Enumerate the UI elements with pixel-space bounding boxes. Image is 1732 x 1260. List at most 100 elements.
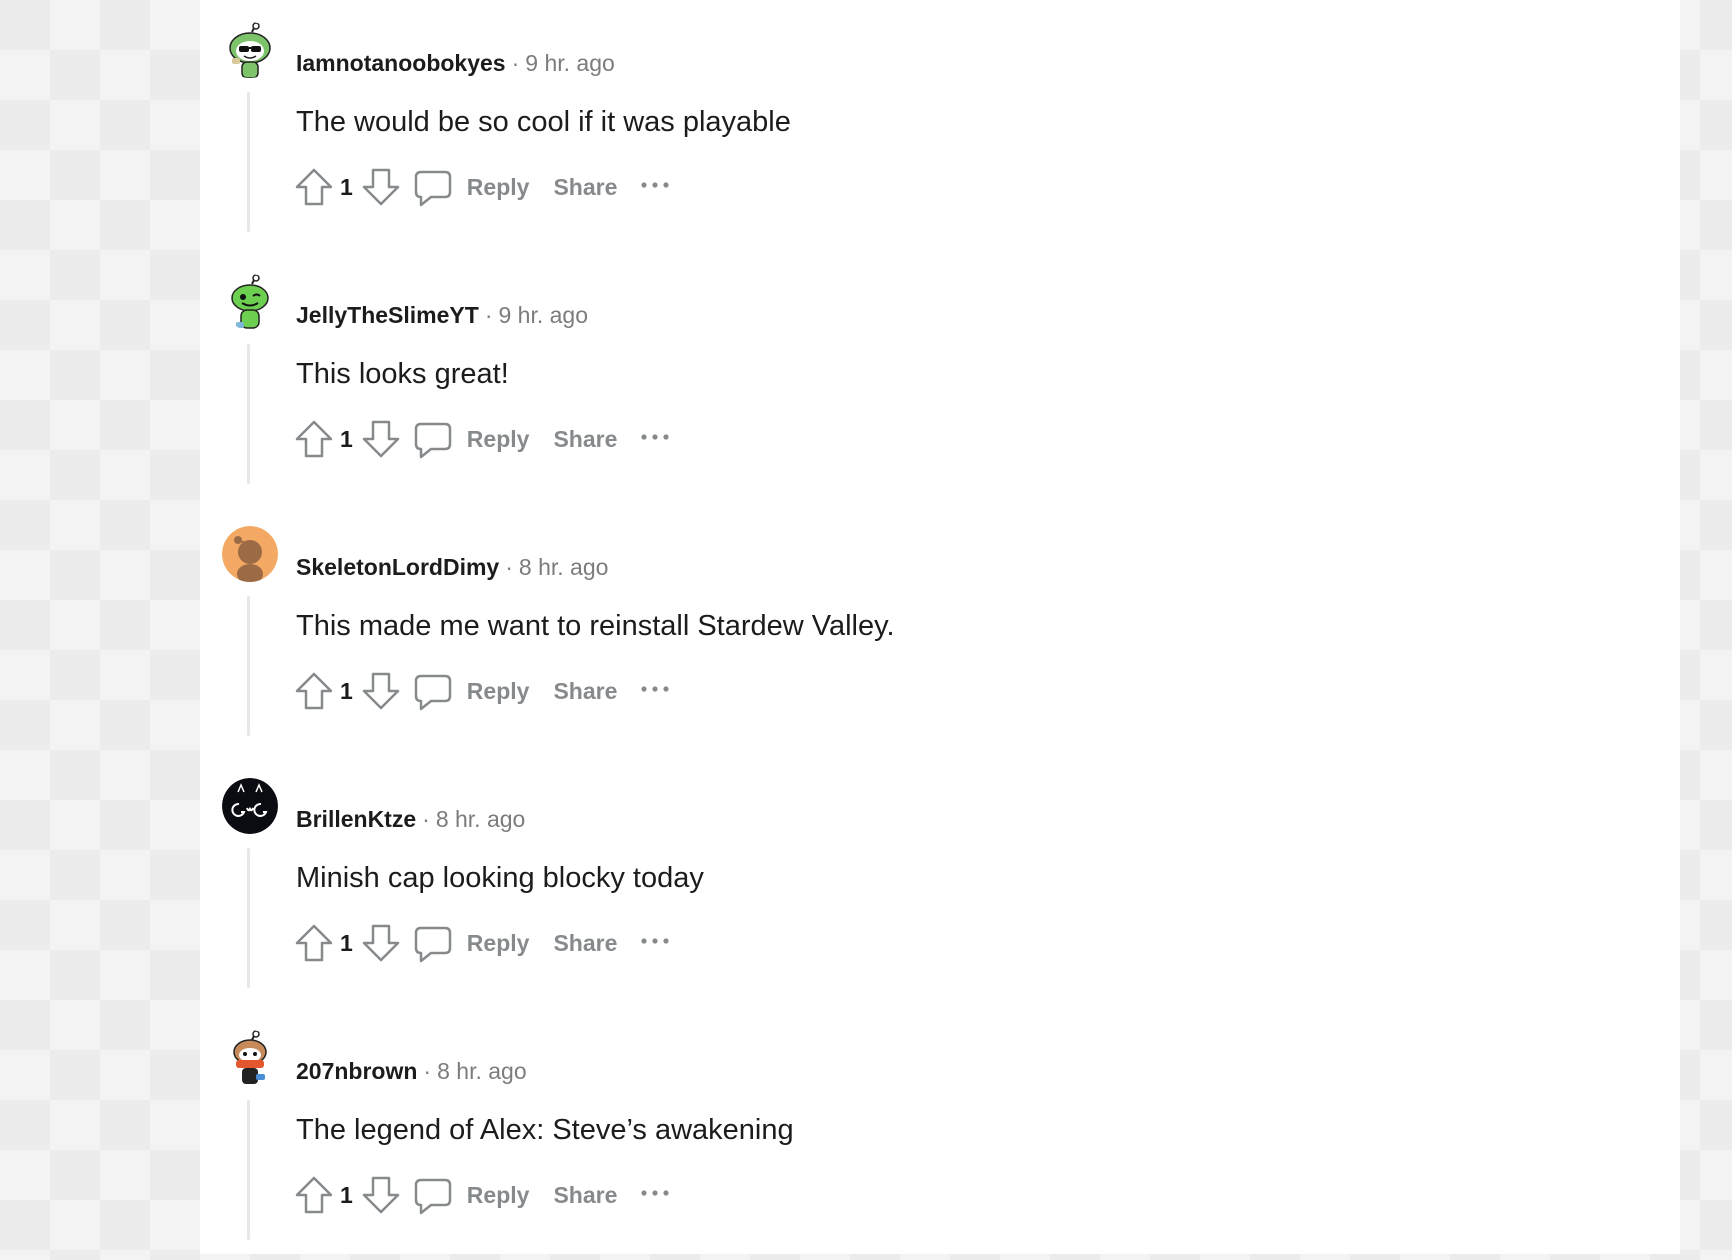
username[interactable]: JellyTheSlimeYT [296, 302, 479, 328]
reply-button[interactable]: Reply [411, 417, 542, 461]
comment-actions: 1 Reply Share [292, 165, 677, 209]
comment-meta: Iamnotanoobokyes · 9 hr. ago [296, 48, 615, 78]
upvote-button[interactable] [292, 669, 336, 713]
user-avatar[interactable] [222, 22, 278, 78]
share-button[interactable]: Share [541, 669, 629, 713]
comment-text: Minish cap looking blocky today [296, 862, 704, 894]
upvote-arrow-icon [295, 924, 333, 962]
comment-text: The would be so cool if it was playable [296, 106, 791, 138]
downvote-button[interactable] [359, 669, 403, 713]
comment: JellyTheSlimeYT · 9 hr. ago This looks gre… [222, 252, 1642, 504]
timestamp[interactable]: 8 hr. ago [437, 1058, 527, 1084]
username[interactable]: Iamnotanoobokyes [296, 50, 506, 76]
reply-label: Reply [466, 1182, 530, 1208]
separator-dot: · [505, 554, 513, 580]
comment-meta: BrillenKtze · 8 hr. ago [296, 804, 525, 834]
username[interactable]: 207nbrown [296, 1058, 417, 1084]
thread-line[interactable] [247, 344, 250, 484]
comment: Iamnotanoobokyes · 9 hr. ago The would be … [222, 0, 1642, 252]
comment-actions: 1 Reply Share [292, 1173, 677, 1217]
comment-actions: 1 Reply Share [292, 417, 677, 461]
user-avatar[interactable] [222, 778, 278, 834]
thread-line[interactable] [247, 848, 250, 988]
downvote-arrow-icon [362, 420, 400, 458]
reply-button[interactable]: Reply [411, 921, 542, 965]
downvote-button[interactable] [359, 921, 403, 965]
reply-button[interactable]: Reply [411, 669, 542, 713]
thread-line[interactable] [247, 596, 250, 736]
user-avatar[interactable] [222, 274, 278, 330]
downvote-arrow-icon [362, 168, 400, 206]
comment-actions: 1 Reply Share [292, 921, 677, 965]
comment-bubble-icon [411, 1173, 455, 1217]
user-avatar[interactable] [222, 526, 278, 582]
upvote-button[interactable] [292, 165, 336, 209]
thread-line[interactable] [247, 1100, 250, 1240]
more-options-button[interactable] [633, 1173, 677, 1217]
snoo-avatar-green-sunglasses-icon [222, 22, 278, 78]
timestamp[interactable]: 8 hr. ago [436, 806, 526, 832]
reply-label: Reply [466, 174, 530, 200]
comment-meta: 207nbrown · 8 hr. ago [296, 1056, 527, 1086]
ellipsis-icon [641, 182, 669, 188]
comment-bubble-icon [411, 417, 455, 461]
downvote-arrow-icon [362, 1176, 400, 1214]
more-options-button[interactable] [633, 921, 677, 965]
separator-dot: · [511, 50, 520, 76]
reply-button[interactable]: Reply [411, 165, 542, 209]
username[interactable]: SkeletonLordDimy [296, 554, 499, 580]
timestamp[interactable]: 8 hr. ago [519, 554, 609, 580]
timestamp[interactable]: 9 hr. ago [525, 50, 615, 76]
vote-score: 1 [340, 929, 353, 956]
snoo-avatar-green-wink-icon [222, 274, 278, 330]
more-options-button[interactable] [633, 417, 677, 461]
separator-dot: · [484, 302, 493, 328]
comment: 207nbrown · 8 hr. ago The legend of Alex: … [222, 1008, 1642, 1260]
comment-meta: JellyTheSlimeYT · 9 hr. ago [296, 300, 588, 330]
reply-label: Reply [466, 426, 530, 452]
comment-bubble-icon [411, 669, 455, 713]
share-button[interactable]: Share [541, 921, 629, 965]
comment-bubble-icon [411, 921, 455, 965]
thread-line[interactable] [247, 92, 250, 232]
ellipsis-icon [641, 686, 669, 692]
upvote-button[interactable] [292, 1173, 336, 1217]
downvote-button[interactable] [359, 1173, 403, 1217]
upvote-arrow-icon [295, 1176, 333, 1214]
share-button[interactable]: Share [541, 1173, 629, 1217]
vote-score: 1 [340, 425, 353, 452]
timestamp[interactable]: 9 hr. ago [498, 302, 588, 328]
upvote-button[interactable] [292, 921, 336, 965]
upvote-button[interactable] [292, 417, 336, 461]
comment-text: The legend of Alex: Steve’s awakening [296, 1114, 794, 1146]
upvote-arrow-icon [295, 168, 333, 206]
comment-bubble-icon [411, 165, 455, 209]
comment-text: This looks great! [296, 358, 509, 390]
downvote-button[interactable] [359, 417, 403, 461]
comment-text: This made me want to reinstall Stardew V… [296, 610, 895, 642]
user-avatar[interactable] [222, 1030, 278, 1086]
comment-actions: 1 Reply Share [292, 669, 677, 713]
upvote-arrow-icon [295, 672, 333, 710]
ellipsis-icon [641, 1190, 669, 1196]
vote-score: 1 [340, 173, 353, 200]
reply-button[interactable]: Reply [411, 1173, 542, 1217]
downvote-button[interactable] [359, 165, 403, 209]
reply-label: Reply [466, 930, 530, 956]
ellipsis-icon [641, 434, 669, 440]
more-options-button[interactable] [633, 165, 677, 209]
username[interactable]: BrillenKtze [296, 806, 416, 832]
comment: SkeletonLordDimy · 8 hr. ago This made me … [222, 504, 1642, 756]
downvote-arrow-icon [362, 924, 400, 962]
comments-panel: Iamnotanoobokyes · 9 hr. ago The would be … [200, 0, 1680, 1254]
more-options-button[interactable] [633, 669, 677, 713]
upvote-arrow-icon [295, 420, 333, 458]
share-button[interactable]: Share [541, 417, 629, 461]
vote-score: 1 [340, 1181, 353, 1208]
snoo-avatar-red-outfit-icon [222, 1030, 278, 1086]
default-snoo-orange-icon [222, 526, 278, 582]
reply-label: Reply [466, 678, 530, 704]
cat-face-avatar-icon [222, 778, 278, 834]
share-button[interactable]: Share [541, 165, 629, 209]
separator-dot: · [422, 806, 430, 832]
